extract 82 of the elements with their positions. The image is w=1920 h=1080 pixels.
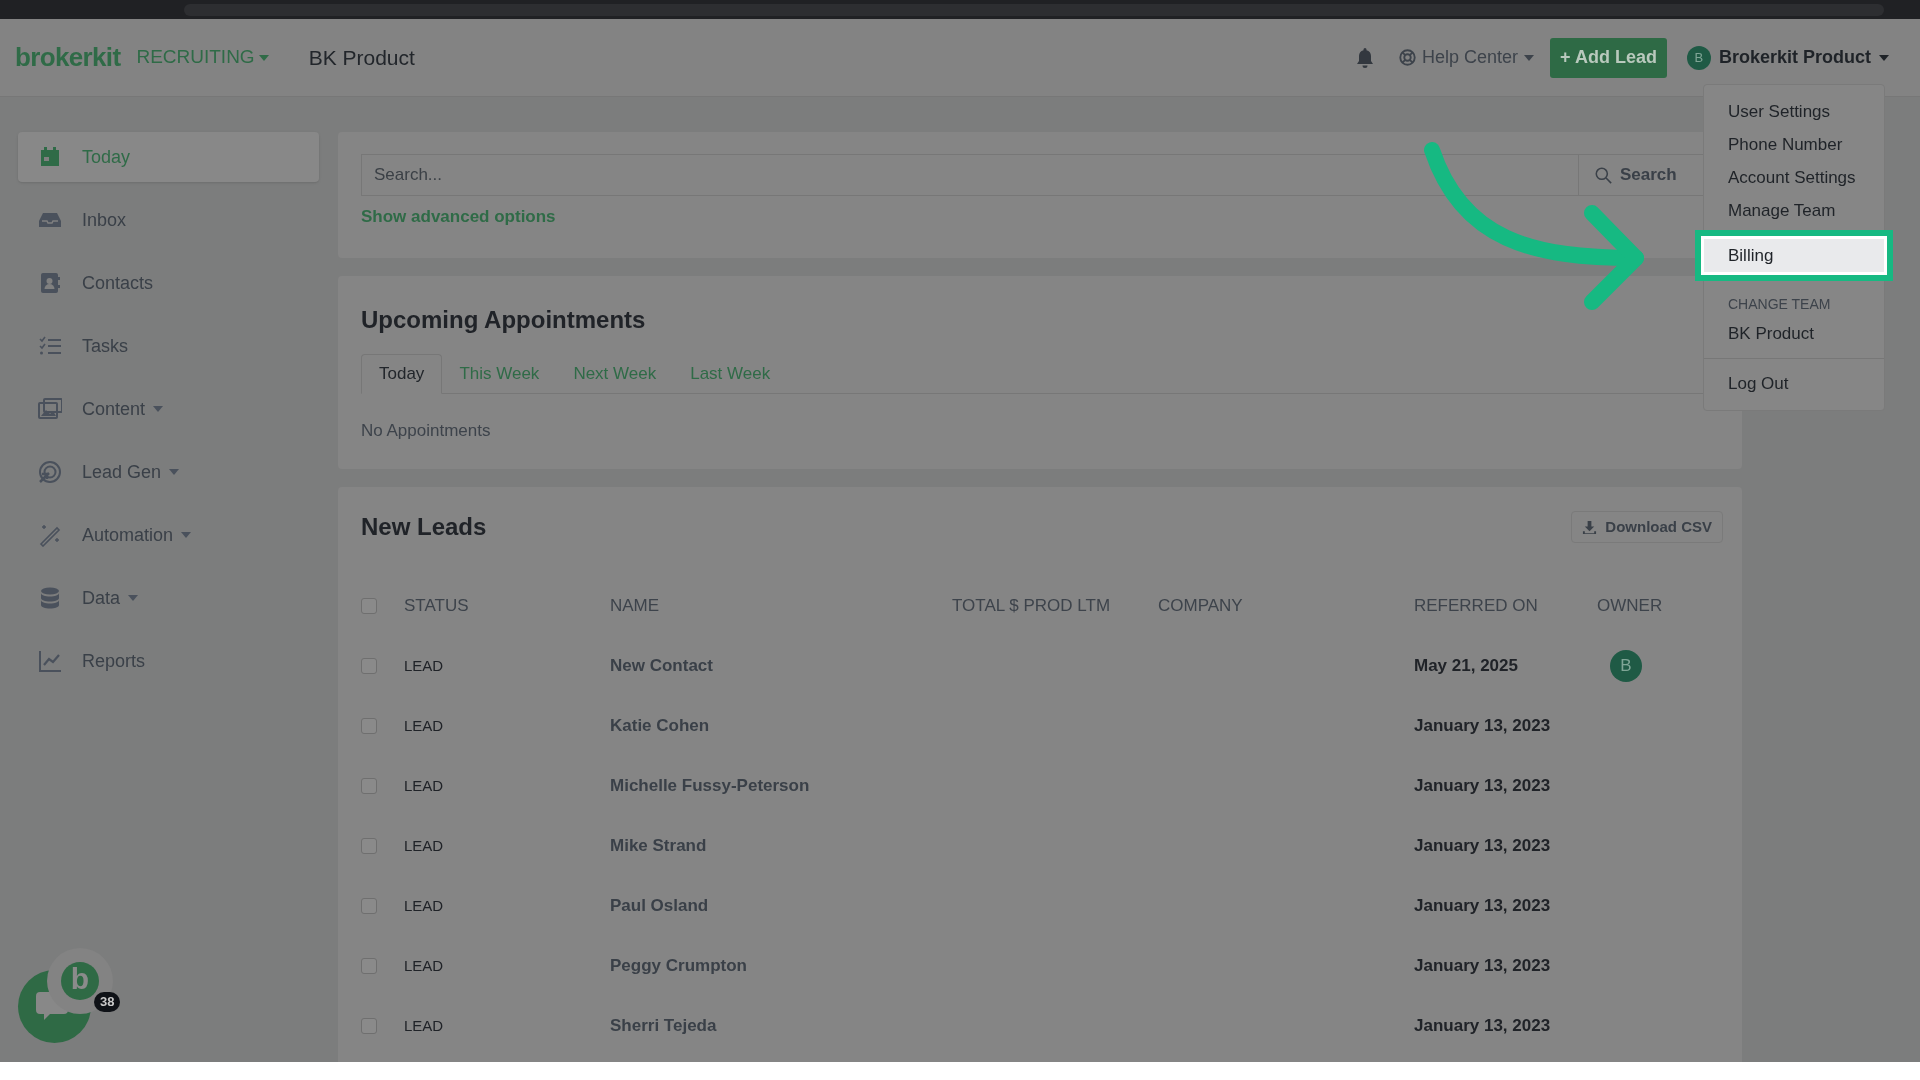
tab[interactable]: This Week xyxy=(442,353,557,394)
notification-bell-icon[interactable] xyxy=(1355,46,1376,69)
status-cell-text: LEAD xyxy=(404,835,445,856)
column-header[interactable]: NAME xyxy=(610,593,952,619)
avatar: B xyxy=(1686,45,1711,70)
status-cell-text: LEAD xyxy=(404,1015,445,1036)
name-link[interactable]: Peggy Crumpton xyxy=(610,953,952,979)
sidebar-item[interactable]: Today xyxy=(18,132,319,182)
sidebar-item[interactable]: Automation xyxy=(18,510,319,560)
caret-icon xyxy=(1524,54,1535,61)
select-all-checkbox[interactable] xyxy=(361,598,377,614)
sidebar-item[interactable]: Contacts xyxy=(18,258,319,308)
advanced-options-link[interactable]: Show advanced options xyxy=(361,204,556,230)
module-dropdown[interactable]: RECRUITING xyxy=(136,43,269,72)
row-checkbox[interactable] xyxy=(361,658,377,674)
name-link[interactable]: Michelle Fussy-Peterson xyxy=(610,773,952,799)
date-cell-text: January 13, 2023 xyxy=(1414,715,1552,738)
status-cell-text: LEAD xyxy=(404,955,445,976)
menu-item[interactable]: Manage Team xyxy=(1704,194,1884,227)
add-lead-button[interactable]: + Add Lead xyxy=(1550,37,1667,78)
name-link[interactable]: New Contact xyxy=(610,653,952,679)
column-header[interactable]: REFERRED ON xyxy=(1414,593,1597,619)
section-title: New Leads xyxy=(361,512,487,542)
team-name: BK Product xyxy=(308,44,415,71)
column-header[interactable]: STATUS xyxy=(404,593,610,619)
row-checkbox[interactable] xyxy=(361,718,377,734)
menu-item[interactable]: Log Out xyxy=(1704,367,1884,400)
tab[interactable]: Last Week xyxy=(673,353,788,394)
contact-book-icon xyxy=(38,271,62,295)
search-field[interactable]: Search... xyxy=(361,154,1579,196)
help-center-dropdown[interactable]: Help Center xyxy=(1399,44,1535,71)
download-csv-button[interactable]: Download CSV xyxy=(1571,511,1723,543)
images-icon xyxy=(38,397,62,421)
status-cell-text: LEAD xyxy=(404,655,445,676)
name-link[interactable]: Sherri Tejeda xyxy=(610,1013,952,1039)
column-header[interactable]: TOTAL $ PROD LTM xyxy=(952,593,1158,619)
date-cell-text: January 13, 2023 xyxy=(1414,955,1552,978)
sidebar-item[interactable]: Inbox xyxy=(18,195,319,245)
name-link[interactable]: Katie Cohen xyxy=(610,713,952,739)
sidebar-item[interactable]: Tasks xyxy=(18,321,319,371)
brand-logo[interactable]: brokerkit xyxy=(15,38,121,77)
row-checkbox[interactable] xyxy=(361,778,377,794)
date-cell-text: January 13, 2023 xyxy=(1414,775,1552,798)
tab[interactable]: Today xyxy=(361,353,443,394)
date-cell-text: January 13, 2023 xyxy=(1414,895,1552,918)
lifebuoy-icon xyxy=(1399,49,1417,66)
line-chart-icon xyxy=(38,649,62,673)
account-dropdown[interactable]: B Brokerkit Product xyxy=(1686,44,1889,71)
column-header[interactable]: OWNER xyxy=(1597,593,1719,619)
date-cell-text: May 21, 2025 xyxy=(1414,655,1519,678)
sidebar-item[interactable]: Content xyxy=(18,384,319,434)
date-cell-text: January 13, 2023 xyxy=(1414,1015,1552,1038)
tab[interactable]: Next Week xyxy=(556,353,674,394)
column-header[interactable]: COMPANY xyxy=(1158,593,1414,619)
name-link[interactable]: Paul Osland xyxy=(610,893,952,919)
status-cell-text: LEAD xyxy=(404,775,445,796)
date-cell-text: January 13, 2023 xyxy=(1414,835,1552,858)
magic-wand-icon xyxy=(38,523,62,547)
calendar-icon xyxy=(38,145,62,169)
database-icon xyxy=(38,586,62,610)
section-title: Upcoming Appointments xyxy=(361,304,647,335)
menu-heading: CHANGE TEAM xyxy=(1727,295,1832,314)
status-cell-text: LEAD xyxy=(404,895,445,916)
download-icon xyxy=(1582,519,1598,535)
row-checkbox[interactable] xyxy=(361,838,377,854)
menu-item[interactable]: BK Product xyxy=(1704,317,1884,350)
empty-message: No Appointments xyxy=(361,419,492,442)
row-checkbox[interactable] xyxy=(361,898,377,914)
status-cell-text: LEAD xyxy=(404,715,445,736)
target-icon xyxy=(38,460,62,484)
sidebar-item[interactable]: Reports xyxy=(18,636,319,686)
row-checkbox[interactable] xyxy=(361,958,377,974)
owner-avatar: B xyxy=(1610,650,1642,682)
sidebar-item[interactable]: Lead Gen xyxy=(18,447,319,497)
caret-icon xyxy=(258,54,269,61)
notification-badge: 38 xyxy=(94,992,121,1012)
caret-icon xyxy=(1879,54,1889,61)
name-link[interactable]: Mike Strand xyxy=(610,833,952,859)
row-checkbox[interactable] xyxy=(361,1018,377,1034)
menu-item[interactable]: User Settings xyxy=(1704,95,1884,128)
sidebar-item[interactable]: Data xyxy=(18,573,319,623)
search-icon xyxy=(1595,166,1612,184)
